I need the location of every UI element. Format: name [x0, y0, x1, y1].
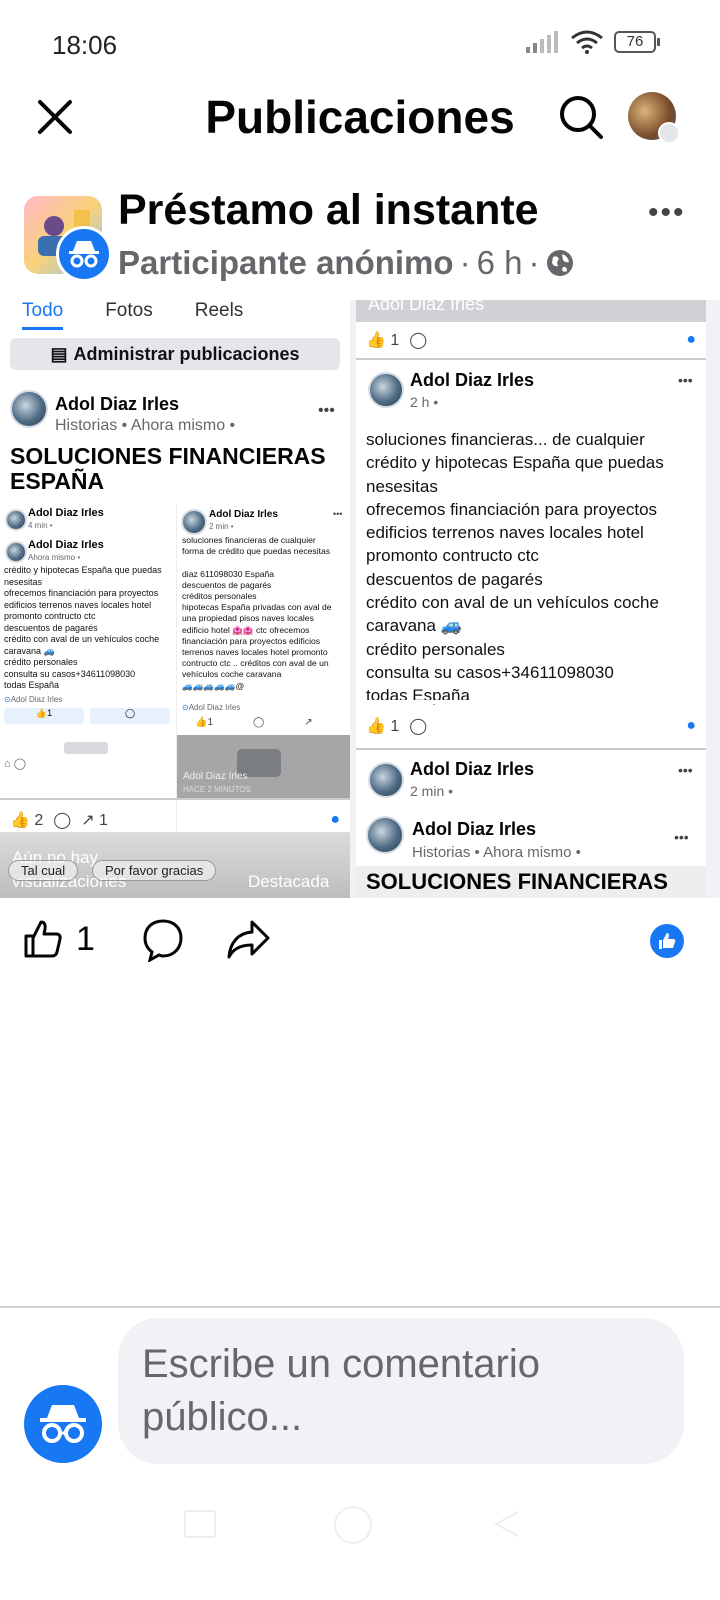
more-icon: •••: [678, 372, 693, 388]
bottom-overlay: Aún no hay visualizaciones Tal cual Por …: [0, 832, 350, 898]
system-nav-bar: [0, 1500, 720, 1550]
like-count: 1: [76, 919, 95, 958]
signal-icon: [526, 31, 558, 53]
avatar: [5, 541, 27, 563]
inner-author: Adol Diaz Irles: [28, 539, 104, 551]
share-button[interactable]: [226, 918, 270, 965]
group-name[interactable]: Préstamo al instante: [118, 186, 539, 235]
headline-strip: SOLUCIONES FINANCIERAS: [356, 866, 706, 898]
status-time: 18:06: [52, 30, 118, 60]
author-time: 2 h •: [410, 394, 439, 410]
more-icon: •••: [318, 402, 335, 419]
comment-pill: ◯: [90, 708, 170, 724]
inner-footer: ⊙Adol Diaz Irles: [4, 695, 63, 704]
anonymous-icon: [56, 226, 112, 282]
story-time: HACE 2 MINUTOS: [183, 785, 251, 794]
wifi-icon: [571, 30, 603, 54]
left-react-row: 👍 2 ◯ ↗ 1 ●: [10, 811, 340, 829]
tab-all: Todo: [22, 300, 64, 330]
home-button[interactable]: [334, 1506, 372, 1544]
inner-time: 4 min •: [28, 521, 53, 530]
back-button[interactable]: [490, 1508, 522, 1540]
more-icon: •••: [674, 829, 689, 845]
author-sub: Historias • Ahora mismo •: [55, 417, 236, 434]
avatar: [368, 762, 404, 798]
like-reaction-icon[interactable]: [650, 924, 684, 958]
author-name: Adol Diaz Irles: [410, 759, 535, 779]
avatar: [366, 816, 404, 854]
top-react-row: 👍 1 ◯ ●: [366, 331, 696, 349]
divider: [356, 748, 706, 750]
tab-photos: Fotos: [105, 300, 153, 321]
comment-input[interactable]: Escribe un comentario público...: [118, 1318, 684, 1464]
inner-time: 2 min •: [209, 522, 234, 531]
avatar: [5, 509, 27, 531]
status-icons: 76: [526, 30, 660, 54]
profile-avatar[interactable]: [628, 92, 680, 144]
reactions-bar: 1: [22, 918, 698, 968]
like-button[interactable]: 1: [22, 918, 95, 960]
inner-text: soluciones financieras de cualquier form…: [182, 535, 332, 691]
headline: SOLUCIONES FINANCIERAS: [366, 869, 668, 894]
post-time[interactable]: 6 h: [477, 244, 523, 282]
share-icon: [227, 920, 270, 959]
comment-icon: [143, 919, 183, 963]
inner-react-row: 👍1 ◯ ↗: [195, 717, 313, 728]
chip: Tal cual: [8, 860, 79, 881]
comment-button[interactable]: [142, 918, 184, 967]
more-icon: •••: [333, 509, 343, 519]
inner-author: Adol Diaz Irles: [28, 507, 104, 519]
post-meta: Participante anónimo · 6 h ·: [118, 244, 575, 282]
tab-reels: Reels: [194, 300, 244, 321]
more-options-button[interactable]: •••: [648, 196, 686, 230]
fade: [356, 700, 706, 704]
chevron-down-icon: [658, 122, 680, 144]
globe-icon: [547, 250, 574, 276]
headline: SOLUCIONES FINANCIERAS ESPAÑA: [10, 443, 326, 495]
screenshot-left: Todo Fotos Reels ▤ Administrar publicacio…: [0, 300, 350, 898]
inner-author: Adol Diaz Irles: [209, 509, 278, 520]
author-name: Adol Diaz Irles: [55, 394, 180, 414]
chip: Por favor gracias: [92, 860, 217, 881]
screenshot-right: Adol Diaz Irles 👍 1 ◯ ● Adol Diaz Irles 2…: [356, 300, 706, 898]
avatar: [368, 372, 404, 408]
inner-time: Ahora mismo •: [28, 553, 81, 562]
like-icon: [24, 920, 62, 958]
featured-label: Destacada: [248, 872, 330, 891]
top-strip: Adol Diaz Irles: [356, 300, 706, 322]
meta-separator: ·: [528, 244, 540, 281]
author-name: Adol Diaz Irles: [410, 370, 535, 390]
inner-text: crédito y hipotecas España que puedas ne…: [4, 565, 162, 690]
battery-indicator: 76: [614, 31, 660, 53]
post-text: soluciones financieras... de cualquier c…: [366, 430, 664, 706]
mid-react-row: 👍 1 ◯ ●: [366, 717, 696, 735]
page-title: Publicaciones: [205, 91, 515, 143]
author-sub: Historias • Ahora mismo •: [412, 844, 581, 861]
profile-tabs: Todo Fotos Reels: [0, 300, 350, 330]
inner-reactions: ⌂ ◯: [4, 758, 27, 770]
author-name: Adol Diaz Irles: [412, 819, 537, 839]
like-pill: 👍1: [4, 708, 84, 724]
story-preview: Adol Diaz Irles HACE 2 MINUTOS: [177, 735, 350, 799]
inner-footer: ⊙Adol Diaz Irles: [182, 703, 241, 712]
top-strip-name: Adol Diaz Irles: [368, 300, 485, 314]
post-author: Participante anónimo: [118, 244, 454, 281]
divider: [0, 798, 350, 800]
more-icon: •••: [678, 762, 693, 778]
avatar: [181, 509, 207, 535]
anonymous-avatar-icon[interactable]: [24, 1385, 102, 1463]
author-time: 2 min •: [410, 783, 454, 799]
avatar: [10, 390, 48, 428]
meta-separator: ·: [459, 244, 471, 281]
post-image[interactable]: Todo Fotos Reels ▤ Administrar publicacio…: [0, 300, 720, 898]
divider: [356, 358, 706, 360]
search-button[interactable]: [556, 92, 606, 142]
divider: [0, 1306, 720, 1308]
recent-apps-button[interactable]: [184, 1510, 216, 1538]
placeholder-bar: [64, 742, 108, 754]
manage-posts-label: ▤ Administrar publicaciones: [10, 338, 340, 370]
search-icon: [560, 96, 603, 139]
story-author: Adol Diaz Irles: [183, 771, 248, 782]
